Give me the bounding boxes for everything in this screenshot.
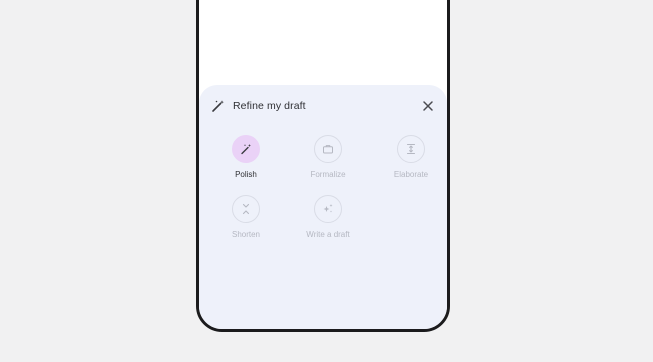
option-shorten-chip bbox=[232, 195, 260, 223]
option-elaborate-chip bbox=[397, 135, 425, 163]
option-elaborate[interactable]: Elaborate bbox=[371, 135, 447, 179]
sheet-title: Refine my draft bbox=[233, 100, 306, 112]
magic-wand-icon bbox=[212, 100, 224, 112]
phone-frame: Refine my draft Polish Formalize Elabora… bbox=[196, 0, 450, 332]
option-elaborate-label: Elaborate bbox=[393, 170, 429, 179]
option-polish-label: Polish bbox=[235, 170, 257, 179]
briefcase-icon bbox=[323, 145, 333, 154]
magic-wand-icon bbox=[241, 144, 251, 155]
option-shorten[interactable]: Shorten bbox=[206, 195, 286, 239]
option-shorten-label: Shorten bbox=[231, 230, 261, 239]
option-formalize-chip bbox=[314, 135, 342, 163]
collapse-vertical-icon bbox=[242, 203, 250, 215]
option-write-a-draft-chip bbox=[314, 195, 342, 223]
sheet-header: Refine my draft bbox=[211, 99, 435, 117]
option-write-a-draft[interactable]: Write a draft bbox=[288, 195, 368, 239]
option-polish-chip bbox=[232, 135, 260, 163]
refine-draft-sheet: Refine my draft Polish Formalize Elabora… bbox=[199, 85, 447, 329]
close-icon[interactable] bbox=[421, 99, 435, 113]
sparkle-icon bbox=[323, 204, 333, 213]
option-write-a-draft-label: Write a draft bbox=[306, 230, 350, 239]
expand-vertical-icon bbox=[406, 143, 416, 155]
option-polish[interactable]: Polish bbox=[206, 135, 286, 179]
option-formalize-label: Formalize bbox=[310, 170, 346, 179]
option-formalize[interactable]: Formalize bbox=[288, 135, 368, 179]
